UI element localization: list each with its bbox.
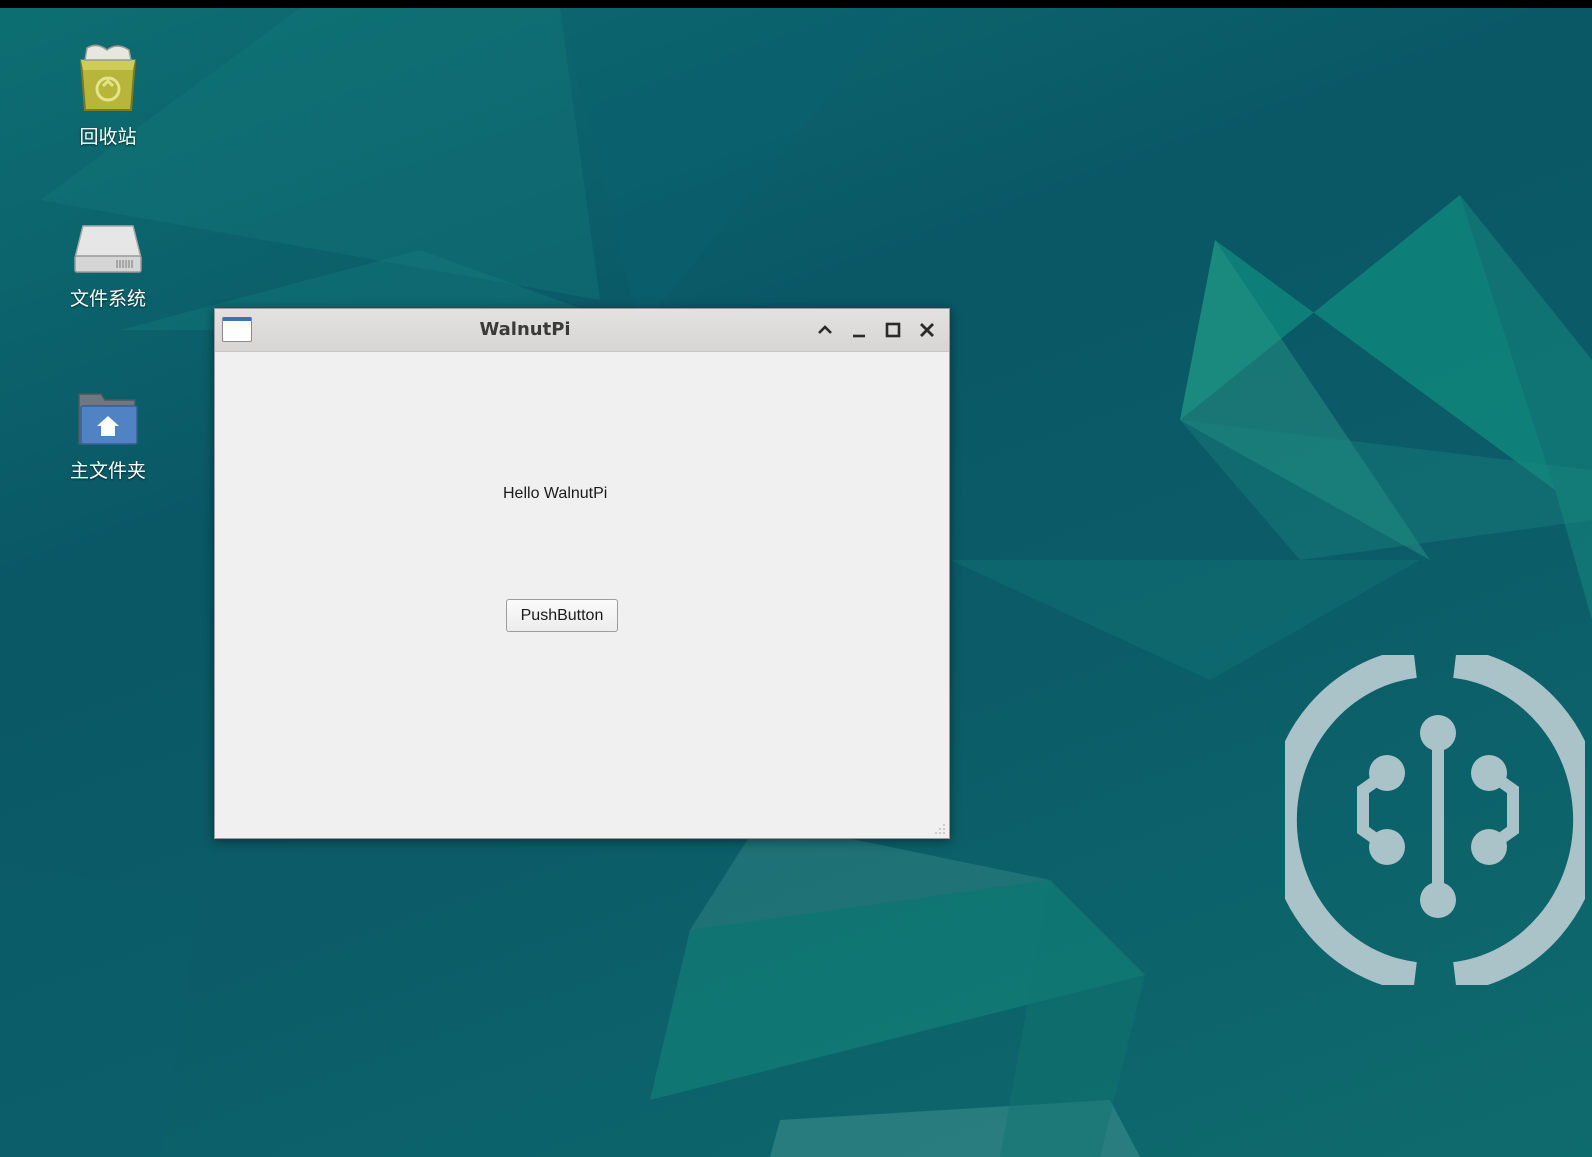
desktop-icon-trash[interactable]: 回收站 (48, 42, 168, 149)
resize-grip-icon[interactable] (930, 819, 946, 835)
minimize-icon[interactable] (848, 319, 870, 341)
close-icon[interactable] (916, 319, 938, 341)
desktop-icon-label: 主文件夹 (69, 460, 146, 482)
desktop-icon-label: 回收站 (79, 126, 137, 148)
hello-label: Hello WalnutPi (503, 485, 608, 502)
shade-icon[interactable] (814, 319, 836, 341)
app-window: WalnutPi Hello WalnutPi PushButton (214, 308, 950, 839)
desktop-icon-home[interactable]: 主文件夹 (48, 388, 168, 483)
trash-icon (79, 44, 137, 111)
walnutpi-logo (1285, 655, 1585, 985)
maximize-icon[interactable] (882, 319, 904, 341)
window-content: Hello WalnutPi PushButton (215, 352, 949, 838)
drive-icon (74, 225, 142, 273)
top-panel (0, 0, 1592, 8)
desktop-icon-label: 文件系统 (69, 288, 146, 310)
desktop-icon-filesystem[interactable]: 文件系统 (48, 220, 168, 311)
home-folder-icon (78, 393, 138, 445)
desktop: 回收站 文件系统 主文件夹 WalnutPi Hello WalnutPi Pu… (0, 0, 1592, 1157)
push-button[interactable]: PushButton (506, 599, 618, 632)
title-bar[interactable]: WalnutPi (215, 309, 949, 352)
window-title: WalnutPi (479, 319, 571, 340)
